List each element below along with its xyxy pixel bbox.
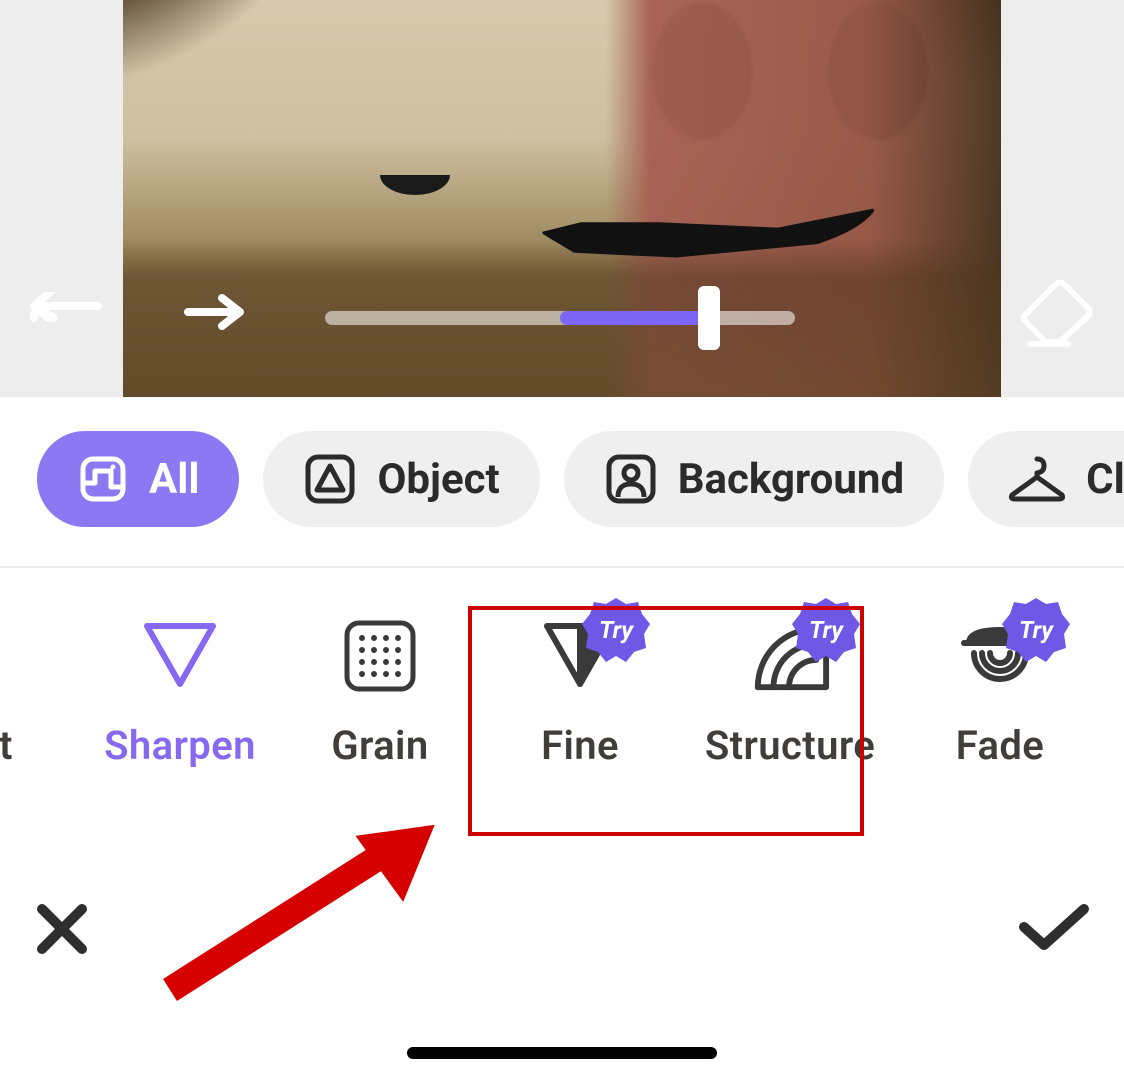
tool-fade[interactable]: Try Fade (900, 618, 1100, 848)
cancel-button[interactable] (34, 901, 90, 961)
try-badge: Try (1002, 596, 1070, 664)
hanger-icon (1008, 455, 1066, 503)
pill-background[interactable]: Background (564, 431, 944, 527)
try-badge: Try (792, 596, 860, 664)
tool-previous-partial[interactable]: st (0, 618, 30, 848)
intensity-slider-thumb[interactable] (698, 286, 720, 350)
tool-sharpen[interactable]: Sharpen (80, 618, 280, 848)
tool-fine[interactable]: Try Fine (480, 618, 680, 848)
pill-clothes[interactable]: Cl (968, 431, 1124, 527)
mask-target-row: All Object Background Cl (0, 397, 1124, 566)
object-icon (303, 452, 357, 506)
sharpen-icon (140, 618, 220, 694)
pill-label: Background (678, 455, 904, 504)
tool-label: Structure (705, 722, 875, 769)
close-icon (34, 901, 90, 957)
intensity-slider-fill (560, 311, 710, 325)
tool-grain[interactable]: Grain (280, 618, 480, 848)
tool-label: Grain (331, 722, 428, 769)
tool-label: Fine (541, 722, 619, 769)
try-badge: Try (582, 596, 650, 664)
person-icon (604, 452, 658, 506)
tool-label: st (0, 722, 13, 769)
undo-button[interactable] (26, 292, 106, 350)
fade-icon: Try (960, 618, 1040, 694)
pill-label: Cl (1086, 455, 1124, 504)
crop-icon (77, 453, 129, 505)
pill-object[interactable]: Object (263, 431, 539, 527)
structure-icon: Try (750, 618, 830, 694)
pill-label: All (149, 455, 199, 504)
grain-icon (340, 618, 420, 694)
pill-all[interactable]: All (37, 431, 239, 527)
edited-photo-detail (540, 195, 880, 263)
eraser-button[interactable] (1020, 280, 1094, 356)
home-indicator (407, 1047, 717, 1059)
bottom-bar (0, 883, 1124, 1083)
image-preview (0, 0, 1124, 397)
tool-label: Sharpen (104, 722, 256, 769)
confirm-button[interactable] (1018, 901, 1090, 957)
effects-row: st Sharpen Grain (0, 568, 1124, 848)
redo-button[interactable] (182, 292, 254, 336)
fine-icon: Try (540, 618, 620, 694)
tool-label: Fade (956, 722, 1044, 769)
pill-label: Object (377, 455, 499, 504)
tool-structure[interactable]: Try Structure (680, 618, 900, 848)
check-icon (1018, 901, 1090, 953)
